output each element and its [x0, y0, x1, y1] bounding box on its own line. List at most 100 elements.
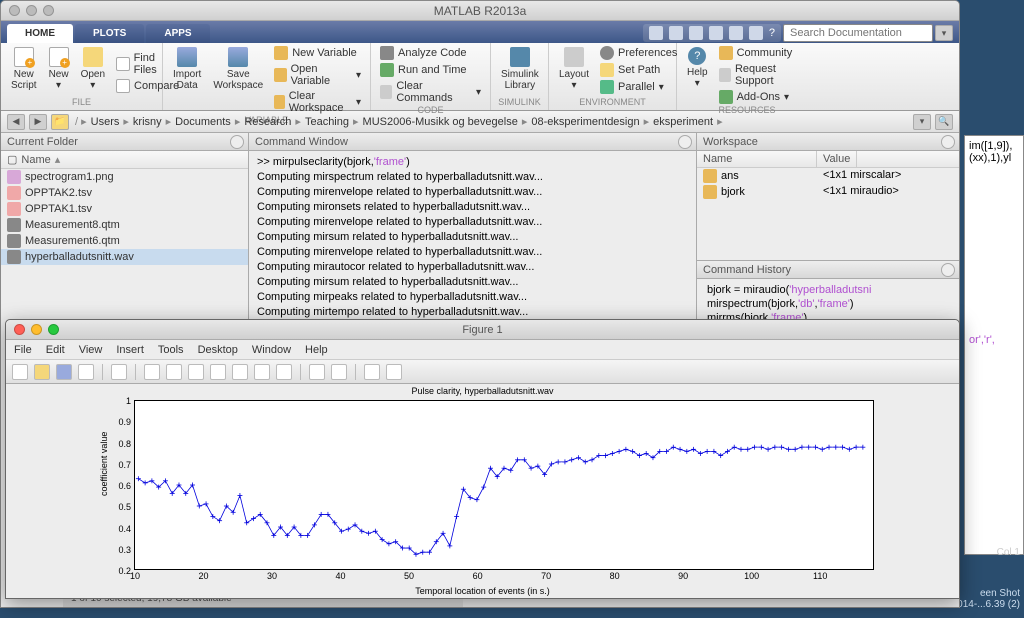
breadcrumb[interactable]: / ▸ Users▸krisny▸Documents▸Research▸Teac… [73, 115, 909, 128]
menu-view[interactable]: View [79, 344, 103, 356]
show-plot-tools-icon[interactable] [386, 364, 402, 380]
file-row[interactable]: Measurement6.qtm [1, 233, 248, 249]
import-data-button[interactable]: Import Data [169, 45, 205, 93]
qat-cut-icon[interactable] [669, 26, 683, 40]
browse-button[interactable]: ▾ [913, 114, 931, 130]
help-button[interactable]: ?Help▾ [683, 45, 712, 91]
history-line[interactable]: mirspectrum(bjork,'db','frame') [707, 297, 949, 311]
panel-menu-button[interactable] [678, 135, 692, 149]
search-documentation-input[interactable] [783, 24, 933, 42]
menu-tools[interactable]: Tools [158, 344, 184, 356]
preferences-button[interactable]: Preferences [597, 45, 680, 61]
file-row[interactable]: spectrogram1.png [1, 169, 248, 185]
forward-button[interactable]: ▶ [29, 114, 47, 130]
qat-copy-icon[interactable] [689, 26, 703, 40]
column-name[interactable]: Name [21, 154, 50, 166]
menu-help[interactable]: Help [305, 344, 328, 356]
rotate-icon[interactable] [210, 364, 226, 380]
analyze-code-button[interactable]: Analyze Code [377, 45, 484, 61]
clear-commands-button[interactable]: Clear Commands ▾ [377, 79, 484, 105]
workspace-row[interactable]: ans<1x1 mirscalar> [697, 168, 959, 184]
new-script-button[interactable]: New Script [7, 45, 41, 93]
file-icon [7, 218, 21, 232]
breadcrumb-segment[interactable]: Documents [175, 116, 231, 128]
menu-insert[interactable]: Insert [116, 344, 144, 356]
breadcrumb-segment[interactable]: eksperiment [653, 116, 713, 128]
back-button[interactable]: ◀ [7, 114, 25, 130]
zoom-out-icon[interactable] [166, 364, 182, 380]
panel-menu-button[interactable] [941, 135, 955, 149]
tab-plots[interactable]: PLOTS [75, 24, 144, 43]
zoom-icon[interactable] [48, 324, 59, 335]
save-workspace-button[interactable]: Save Workspace [209, 45, 267, 93]
brush-icon[interactable] [254, 364, 270, 380]
file-row[interactable]: hyperballadutsnitt.wav [1, 249, 248, 265]
panel-menu-button[interactable] [941, 263, 955, 277]
clear-workspace-button[interactable]: Clear Workspace ▾ [271, 89, 364, 115]
qat-undo-icon[interactable] [729, 26, 743, 40]
y-axis-label: coefficient value [99, 432, 109, 496]
tab-apps[interactable]: APPS [146, 24, 209, 43]
colorbar-icon[interactable] [309, 364, 325, 380]
hide-plot-tools-icon[interactable] [364, 364, 380, 380]
print-icon[interactable] [78, 364, 94, 380]
breadcrumb-segment[interactable]: Research [244, 116, 291, 128]
qat-help-icon[interactable]: ? [769, 27, 775, 39]
minimize-icon[interactable] [26, 5, 37, 16]
minimize-toolstrip-button[interactable]: ▾ [935, 25, 953, 41]
new-figure-icon[interactable] [12, 364, 28, 380]
parallel-button[interactable]: Parallel ▾ [597, 79, 680, 95]
qat-paste-icon[interactable] [709, 26, 723, 40]
minimize-icon[interactable] [31, 324, 42, 335]
tab-home[interactable]: HOME [7, 24, 73, 43]
breadcrumb-segment[interactable]: krisny [133, 116, 162, 128]
new-variable-button[interactable]: New Variable [271, 45, 364, 61]
open-figure-icon[interactable] [34, 364, 50, 380]
save-figure-icon[interactable] [56, 364, 72, 380]
qat-redo-icon[interactable] [749, 26, 763, 40]
zoom-icon[interactable] [43, 5, 54, 16]
close-icon[interactable] [14, 324, 25, 335]
panel-menu-button[interactable] [230, 135, 244, 149]
breadcrumb-segment[interactable]: MUS2006-Musikk og bevegelse [363, 116, 518, 128]
menu-file[interactable]: File [14, 344, 32, 356]
menu-edit[interactable]: Edit [46, 344, 65, 356]
community-button[interactable]: Community [716, 45, 811, 61]
menu-window[interactable]: Window [252, 344, 291, 356]
new-button[interactable]: New▾ [45, 45, 73, 93]
y-tick: 1 [126, 396, 135, 406]
request-support-button[interactable]: Request Support [716, 62, 811, 88]
ws-col-name[interactable]: Name [697, 151, 817, 167]
axes[interactable]: 0.20.30.40.50.60.70.80.91102030405060708… [134, 400, 874, 570]
set-path-button[interactable]: Set Path [597, 62, 680, 78]
zoom-in-icon[interactable] [144, 364, 160, 380]
simulink-library-button[interactable]: Simulink Library [497, 45, 543, 93]
addons-button[interactable]: Add-Ons ▾ [716, 89, 811, 105]
chevron-right-icon: ▸ [351, 115, 361, 128]
file-row[interactable]: OPPTAK2.tsv [1, 185, 248, 201]
open-button[interactable]: Open▾ [77, 45, 109, 93]
pointer-icon[interactable] [111, 364, 127, 380]
file-row[interactable]: Measurement8.qtm [1, 217, 248, 233]
open-variable-button[interactable]: Open Variable ▾ [271, 62, 364, 88]
up-folder-button[interactable]: 📁 [51, 114, 69, 130]
link-icon[interactable] [276, 364, 292, 380]
search-folder-button[interactable]: 🔍 [935, 114, 953, 130]
data-cursor-icon[interactable] [232, 364, 248, 380]
qat-save-icon[interactable] [649, 26, 663, 40]
x-tick: 100 [744, 569, 759, 581]
close-icon[interactable] [9, 5, 20, 16]
menu-desktop[interactable]: Desktop [198, 344, 238, 356]
run-and-time-button[interactable]: Run and Time [377, 62, 484, 78]
breadcrumb-segment[interactable]: 08-eksperimentdesign [531, 116, 639, 128]
breadcrumb-segment[interactable]: Users [91, 116, 120, 128]
pan-icon[interactable] [188, 364, 204, 380]
layout-button[interactable]: Layout▾ [555, 45, 593, 93]
legend-icon[interactable] [331, 364, 347, 380]
ws-col-value[interactable]: Value [817, 151, 857, 167]
history-line[interactable]: bjork = miraudio('hyperballadutsni [707, 283, 949, 297]
workspace-row[interactable]: bjork<1x1 miraudio> [697, 184, 959, 200]
ribbon: New Script New▾ Open▾ Find Files Compare… [1, 43, 959, 111]
file-row[interactable]: OPPTAK1.tsv [1, 201, 248, 217]
breadcrumb-segment[interactable]: Teaching [305, 116, 349, 128]
